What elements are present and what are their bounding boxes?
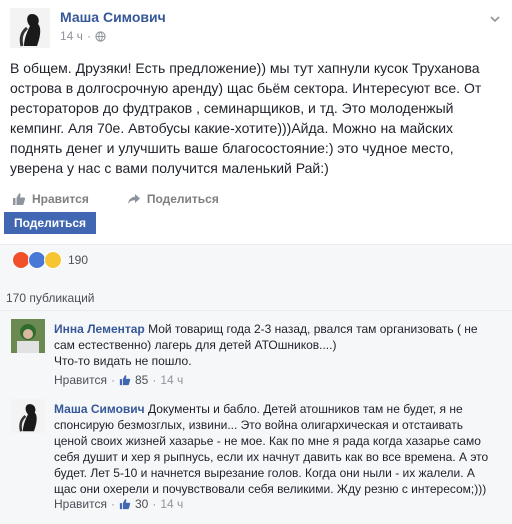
meta-separator: · [86,29,91,43]
comment-like-link[interactable]: Нравится [54,497,107,511]
comment-item: Инна Лементар Мой товарищ года 2-3 назад… [6,313,504,397]
reactions-bar[interactable]: 190 [0,244,512,275]
thumbs-up-small-icon [119,375,131,386]
share-label: Поделиться [146,192,219,206]
footer-separator: · [152,497,157,511]
author-avatar[interactable] [10,8,50,48]
comments-section: Инна Лементар Мой товарищ года 2-3 назад… [0,310,512,524]
comment-like-count[interactable]: 85 [135,373,148,387]
comment-text-block: Инна Лементар Мой товарищ года 2-3 назад… [54,321,494,369]
publications-count[interactable]: 170 публикаций [6,291,95,305]
publications-row[interactable]: 170 публикаций [0,285,512,310]
comment-avatar[interactable] [11,319,45,353]
thumbs-up-small-icon [119,499,131,510]
post-card: Маша Симович 14 ч · В общем. Друзяки! Ес… [0,0,512,235]
footer-separator: · [152,373,157,387]
comment-footer: Нравится · 85 · 14 ч [54,373,183,387]
comment-text-block: Маша Симович Документы и бабло. Детей ат… [54,401,494,497]
chevron-down-icon[interactable] [488,12,502,26]
comment-footer: Нравится · 30 · 14 ч [54,497,183,511]
comment-body: Документы и бабло. Детей атошников там н… [54,402,489,496]
reaction-count[interactable]: 190 [68,253,88,267]
comment-like-count[interactable]: 30 [135,497,148,511]
divider-space [0,275,512,285]
like-label: Нравится [32,192,89,206]
share-button[interactable]: Поделиться [4,212,97,234]
footer-separator: · [110,373,115,387]
avatar-image [11,319,45,353]
post-author-name[interactable]: Маша Симович [60,9,166,25]
avatar-image [10,8,50,48]
comment-time[interactable]: 14 ч [160,497,183,511]
comment-author[interactable]: Инна Лементар [54,322,145,336]
post-actions: Нравится Поделиться [0,186,512,212]
globe-icon [95,30,106,42]
comment-time[interactable]: 14 ч [160,373,183,387]
post-body: В общем. Друзяки! Есть предложение)) мы … [10,60,482,176]
post-time[interactable]: 14 ч [60,29,83,43]
comment-item: Маша Симович Документы и бабло. Детей ат… [6,393,504,518]
like-button[interactable]: Нравится [12,192,89,206]
haha-reaction-icon [44,251,62,269]
comment-avatar[interactable] [11,399,45,433]
share-icon [127,194,140,204]
share-action[interactable]: Поделиться [127,192,219,206]
like-icon [13,193,26,205]
footer-separator: · [110,497,115,511]
comment-like-link[interactable]: Нравится [54,373,107,387]
post-meta: 14 ч · [60,29,106,43]
comment-author[interactable]: Маша Симович [54,402,145,416]
reaction-icons [12,251,62,269]
avatar-image [11,399,45,433]
